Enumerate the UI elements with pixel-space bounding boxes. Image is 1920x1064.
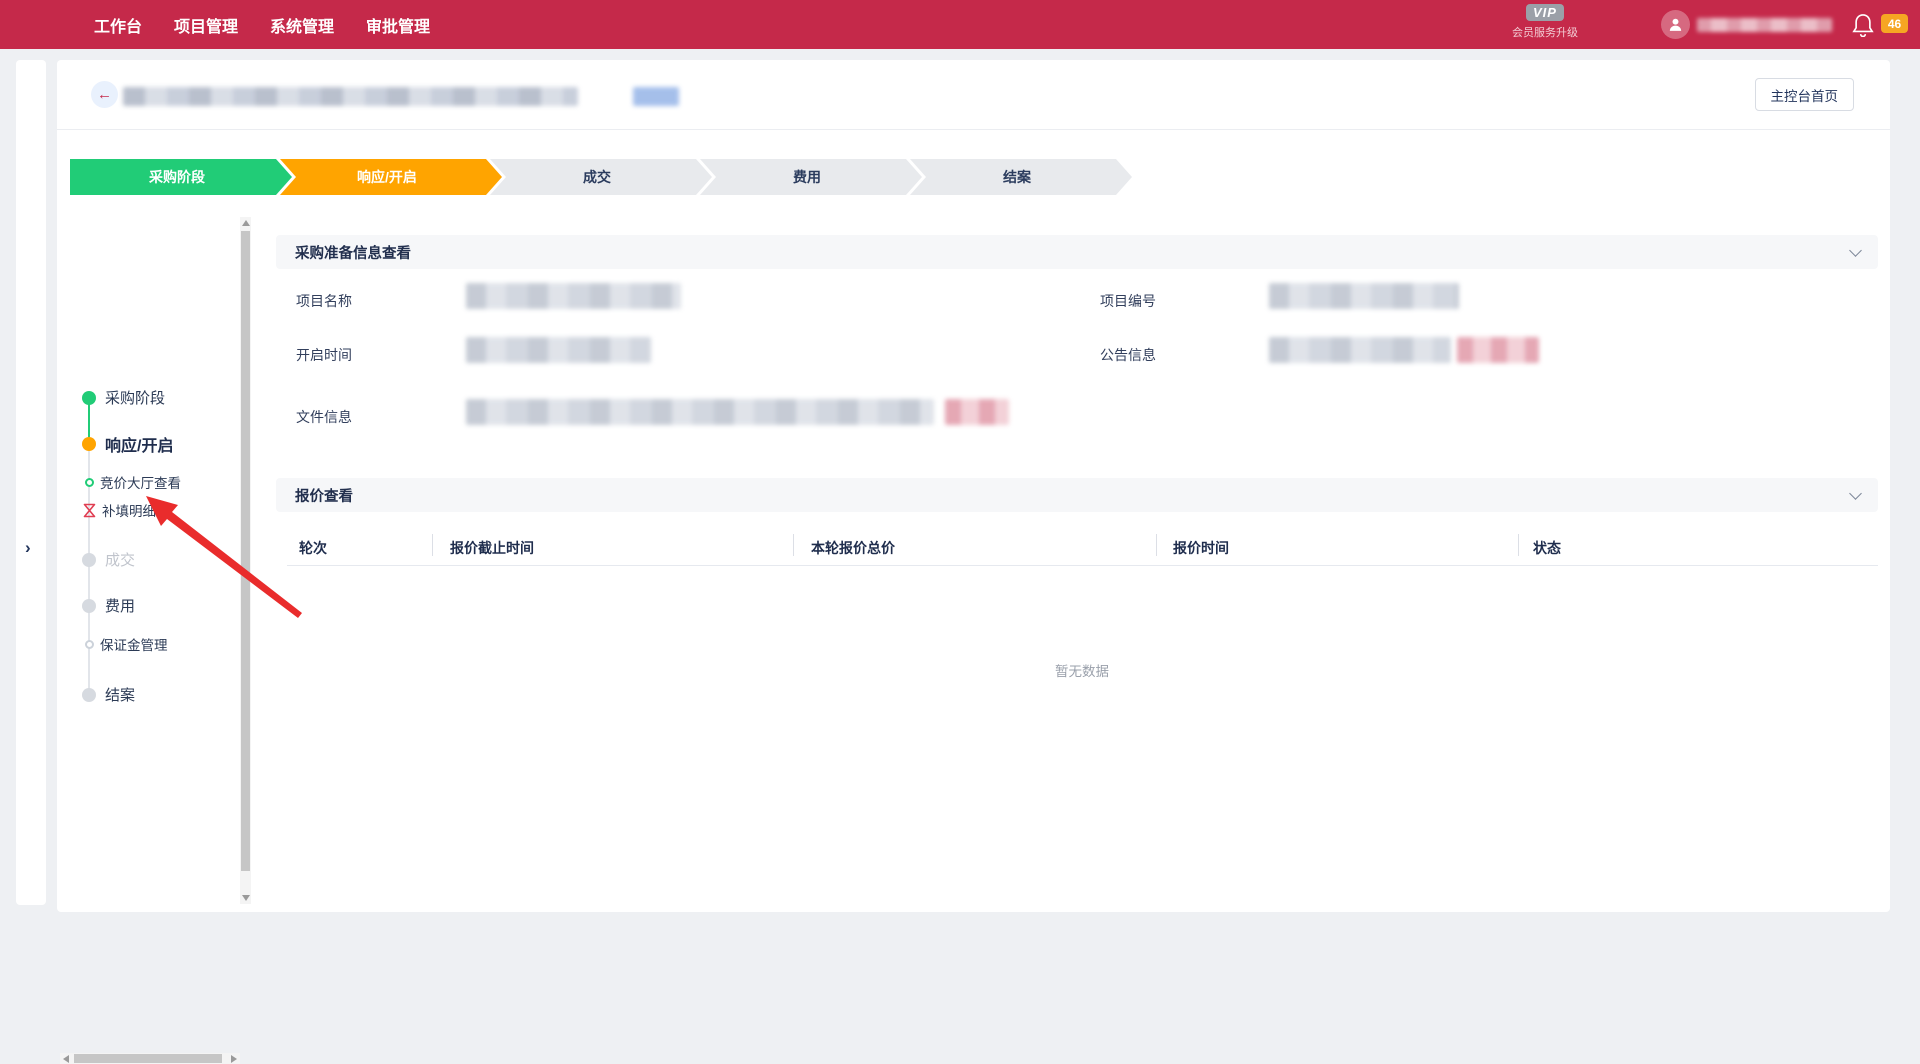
username-redacted — [1697, 18, 1832, 32]
field-label-file-info: 文件信息 — [296, 407, 352, 427]
sidebar-item-label: 竞价大厅查看 — [100, 472, 181, 492]
vip-icon: VIP — [1526, 4, 1564, 21]
step-label: 结案 — [1003, 167, 1031, 187]
file-info-redacted — [466, 399, 934, 425]
column-header-status: 状态 — [1533, 538, 1561, 558]
sidebar-item-label: 采购阶段 — [105, 387, 165, 408]
sidebar-item-label: 结案 — [105, 684, 135, 705]
gray-dot-icon — [82, 688, 96, 702]
column-header-quote-deadline: 报价截止时间 — [450, 538, 534, 558]
section-title: 采购准备信息查看 — [295, 242, 411, 263]
top-navigation-bar: 工作台 项目管理 系统管理 审批管理 VIP 会员服务升级 46 — [0, 0, 1920, 49]
step-procurement-stage[interactable]: 采购阶段 — [70, 159, 292, 195]
user-avatar[interactable] — [1661, 10, 1690, 39]
column-separator — [793, 534, 794, 556]
column-header-round-total-price: 本轮报价总价 — [811, 538, 895, 558]
sidebar-item-label: 保证金管理 — [100, 634, 168, 654]
card-header: ← 主控台首页 — [57, 60, 1890, 130]
green-dot-icon — [82, 391, 96, 405]
sidebar-horizontal-scrollbar[interactable] — [60, 1053, 240, 1064]
project-number-redacted — [1269, 283, 1459, 309]
column-header-round: 轮次 — [299, 538, 327, 558]
collapsed-side-panel: › — [16, 60, 46, 905]
field-label-project-name: 项目名称 — [296, 291, 352, 311]
step-deal[interactable]: 成交 — [490, 159, 712, 195]
vip-upgrade-label: 会员服务升级 — [1490, 24, 1600, 40]
gray-dot-icon — [82, 553, 96, 567]
scrollbar-thumb[interactable] — [74, 1054, 222, 1063]
sidebar-item-closing[interactable]: 结案 — [57, 684, 135, 705]
gray-ring-icon — [85, 640, 94, 649]
sidebar-item-supplement-detail[interactable]: 补填明细 — [57, 500, 156, 520]
project-detail-card: ← 主控台首页 采购阶段 响应/开启 成交 费用 结案 采购阶段 响应/开启 竞… — [57, 60, 1890, 912]
field-label-open-time: 开启时间 — [296, 345, 352, 365]
sidebar-item-procurement-stage[interactable]: 采购阶段 — [57, 387, 165, 408]
column-separator — [1156, 534, 1157, 556]
sidebar-item-bidding-hall-view[interactable]: 竞价大厅查看 — [57, 472, 181, 492]
step-label: 采购阶段 — [149, 167, 205, 187]
sidebar-item-deal[interactable]: 成交 — [57, 549, 135, 570]
step-label: 成交 — [583, 167, 611, 187]
nav-item-approval-management[interactable]: 审批管理 — [350, 0, 446, 49]
column-separator — [432, 534, 433, 556]
hourglass-icon — [83, 503, 96, 518]
field-label-project-number: 项目编号 — [1100, 291, 1156, 311]
gray-dot-icon — [82, 599, 96, 613]
project-status-tag-redacted — [633, 87, 679, 106]
green-ring-icon — [85, 478, 94, 487]
back-button[interactable]: ← — [91, 81, 118, 108]
expand-panel-icon[interactable]: › — [25, 538, 31, 558]
table-header-divider — [287, 565, 1878, 566]
nav-item-system-management[interactable]: 系统管理 — [254, 0, 350, 49]
sidebar-item-label: 响应/开启 — [105, 432, 173, 456]
scroll-up-icon[interactable] — [242, 220, 250, 226]
vip-upgrade[interactable]: VIP 会员服务升级 — [1490, 4, 1600, 40]
column-separator — [1518, 534, 1519, 556]
step-label: 费用 — [793, 167, 821, 187]
person-icon — [1667, 16, 1684, 33]
prep-info-section-header[interactable]: 采购准备信息查看 — [276, 235, 1878, 269]
open-time-redacted — [466, 337, 651, 363]
project-title-redacted — [123, 87, 578, 106]
scroll-right-icon[interactable] — [231, 1055, 237, 1063]
process-steps: 采购阶段 响应/开启 成交 费用 结案 — [70, 159, 1132, 195]
sidebar-item-label: 成交 — [105, 549, 135, 570]
sidebar-item-label: 补填明细 — [102, 500, 156, 520]
chevron-down-icon[interactable] — [1849, 244, 1862, 257]
step-closing[interactable]: 结案 — [910, 159, 1132, 195]
step-fees[interactable]: 费用 — [700, 159, 922, 195]
scroll-left-icon[interactable] — [63, 1055, 69, 1063]
sidebar-item-label: 费用 — [105, 595, 135, 616]
scrollbar-thumb[interactable] — [241, 231, 250, 871]
scroll-down-icon[interactable] — [242, 895, 250, 901]
notification-count-badge[interactable]: 46 — [1881, 14, 1908, 33]
quote-section-header[interactable]: 报价查看 — [276, 478, 1878, 512]
nav-item-project-management[interactable]: 项目管理 — [158, 0, 254, 49]
column-header-quote-time: 报价时间 — [1173, 538, 1229, 558]
field-label-announcement-info: 公告信息 — [1100, 345, 1156, 365]
step-label: 响应/开启 — [357, 167, 417, 187]
sidebar-item-deposit-management[interactable]: 保证金管理 — [57, 634, 168, 654]
notification-bell-icon[interactable] — [1852, 13, 1874, 37]
project-name-redacted — [466, 283, 681, 309]
section-title: 报价查看 — [295, 485, 353, 506]
file-link-redacted[interactable] — [945, 399, 1009, 425]
chevron-down-icon[interactable] — [1849, 487, 1862, 500]
console-home-button[interactable]: 主控台首页 — [1755, 78, 1855, 111]
empty-state-text: 暂无数据 — [1022, 660, 1142, 680]
step-response-open[interactable]: 响应/开启 — [280, 159, 502, 195]
main-menu: 工作台 项目管理 系统管理 审批管理 — [0, 0, 446, 49]
sidebar-item-response-open[interactable]: 响应/开启 — [57, 432, 173, 456]
announcement-info-redacted — [1269, 337, 1451, 363]
announcement-link-redacted[interactable] — [1457, 337, 1539, 363]
stage-sidebar: 采购阶段 响应/开启 竞价大厅查看 补填明细 成交 费用 保证金管理 — [57, 210, 253, 912]
sidebar-item-fees[interactable]: 费用 — [57, 595, 135, 616]
sidebar-vertical-scrollbar[interactable] — [240, 217, 251, 904]
nav-item-workbench[interactable]: 工作台 — [78, 0, 158, 49]
orange-dot-icon — [82, 437, 96, 451]
